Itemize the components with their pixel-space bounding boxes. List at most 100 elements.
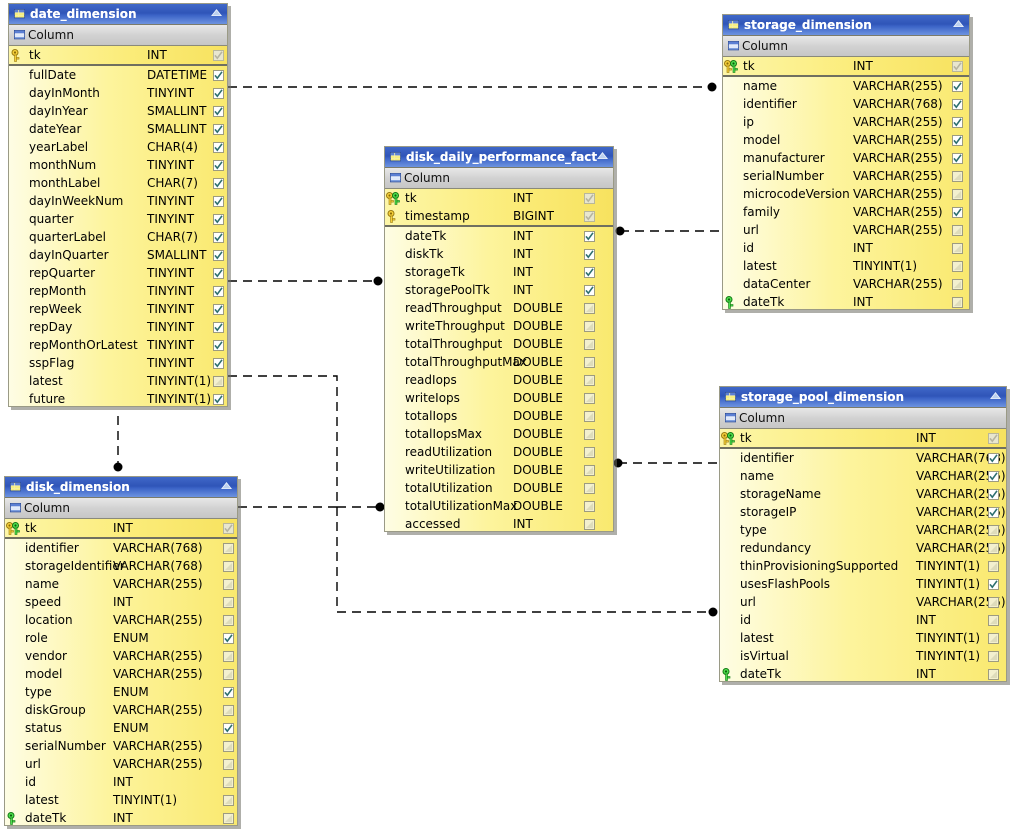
column-row-monthNum[interactable]: monthNum TINYINT xyxy=(9,156,227,174)
column-row-status[interactable]: status ENUM xyxy=(5,719,237,737)
checkbox-checked-icon[interactable] xyxy=(213,249,224,261)
column-row-sspFlag[interactable]: sspFlag TINYINT xyxy=(9,354,227,372)
collapse-triangle-icon[interactable] xyxy=(220,481,233,492)
checkbox-unchecked-icon[interactable] xyxy=(223,614,234,626)
column-row-id[interactable]: id INT xyxy=(720,611,1006,629)
checkbox-unchecked-icon[interactable] xyxy=(988,524,999,536)
column-row-microcodeVersion[interactable]: microcodeVersion VARCHAR(255) xyxy=(723,185,969,203)
column-row-monthLabel[interactable]: monthLabel CHAR(7) xyxy=(9,174,227,192)
checkbox-checked-icon[interactable] xyxy=(213,357,224,369)
checkbox-unchecked-icon[interactable] xyxy=(952,188,963,200)
checkbox-unchecked-icon[interactable] xyxy=(223,578,234,590)
column-row-tk[interactable]: tk INT xyxy=(723,57,969,75)
checkbox-unchecked-icon[interactable] xyxy=(584,356,595,368)
column-row-serialNumber[interactable]: serialNumber VARCHAR(255) xyxy=(723,167,969,185)
column-row-totalIopsMax[interactable]: totalIopsMax DOUBLE xyxy=(385,425,613,443)
column-row-latest[interactable]: latest TINYINT(1) xyxy=(5,791,237,809)
checkbox-checked-icon[interactable] xyxy=(213,159,224,171)
column-section-header[interactable]: Column xyxy=(9,25,227,46)
checkbox-checked-icon[interactable] xyxy=(213,49,224,61)
checkbox-unchecked-icon[interactable] xyxy=(952,242,963,254)
column-row-latest[interactable]: latest TINYINT(1) xyxy=(723,257,969,275)
checkbox-unchecked-icon[interactable] xyxy=(584,338,595,350)
entity-table-disk_dimension[interactable]: disk_dimension Column tk INT identifier VARCH… xyxy=(4,476,238,826)
column-row-identifier[interactable]: identifier VARCHAR(768) xyxy=(5,539,237,557)
collapse-triangle-icon[interactable] xyxy=(952,19,965,30)
column-row-readThroughput[interactable]: readThroughput DOUBLE xyxy=(385,299,613,317)
column-row-writeUtilization[interactable]: writeUtilization DOUBLE xyxy=(385,461,613,479)
column-row-latest[interactable]: latest TINYINT(1) xyxy=(9,372,227,390)
checkbox-unchecked-icon[interactable] xyxy=(223,794,234,806)
column-row-dateTk[interactable]: dateTk INT xyxy=(5,809,237,825)
collapse-triangle-icon[interactable] xyxy=(596,151,609,162)
checkbox-checked-icon[interactable] xyxy=(223,522,234,534)
checkbox-checked-icon[interactable] xyxy=(213,213,224,225)
entity-title-bar[interactable]: storage_dimension xyxy=(723,15,969,36)
checkbox-unchecked-icon[interactable] xyxy=(584,446,595,458)
column-row-repDay[interactable]: repDay TINYINT xyxy=(9,318,227,336)
column-row-totalIops[interactable]: totalIops DOUBLE xyxy=(385,407,613,425)
column-row-repMonthOrLatest[interactable]: repMonthOrLatest TINYINT xyxy=(9,336,227,354)
checkbox-checked-icon[interactable] xyxy=(223,632,234,644)
collapse-triangle-icon[interactable] xyxy=(210,8,223,19)
column-row-tk[interactable]: tk INT xyxy=(5,519,237,537)
column-row-identifier[interactable]: identifier VARCHAR(768) xyxy=(720,449,1006,467)
checkbox-unchecked-icon[interactable] xyxy=(988,632,999,644)
column-row-name[interactable]: name VARCHAR(255) xyxy=(5,575,237,593)
column-row-dataCenter[interactable]: dataCenter VARCHAR(255) xyxy=(723,275,969,293)
entity-table-disk_daily_performance_fact[interactable]: disk_daily_performance_fact Column tk INT ti… xyxy=(384,146,614,532)
checkbox-unchecked-icon[interactable] xyxy=(584,320,595,332)
checkbox-unchecked-icon[interactable] xyxy=(223,560,234,572)
column-section-header[interactable]: Column xyxy=(385,168,613,189)
column-row-fullDate[interactable]: fullDate DATETIME xyxy=(9,66,227,84)
checkbox-checked-icon[interactable] xyxy=(213,267,224,279)
checkbox-checked-icon[interactable] xyxy=(223,686,234,698)
checkbox-checked-icon[interactable] xyxy=(584,284,595,296)
checkbox-unchecked-icon[interactable] xyxy=(988,560,999,572)
checkbox-unchecked-icon[interactable] xyxy=(952,224,963,236)
column-row-speed[interactable]: speed INT xyxy=(5,593,237,611)
checkbox-unchecked-icon[interactable] xyxy=(988,596,999,608)
checkbox-checked-icon[interactable] xyxy=(213,69,224,81)
column-row-writeIops[interactable]: writeIops DOUBLE xyxy=(385,389,613,407)
column-row-url[interactable]: url VARCHAR(255) xyxy=(5,755,237,773)
column-row-totalUtilizationMax[interactable]: totalUtilizationMax DOUBLE xyxy=(385,497,613,515)
column-row-url[interactable]: url VARCHAR(255) xyxy=(723,221,969,239)
column-row-ip[interactable]: ip VARCHAR(255) xyxy=(723,113,969,131)
checkbox-checked-icon[interactable] xyxy=(952,206,963,218)
checkbox-unchecked-icon[interactable] xyxy=(223,704,234,716)
checkbox-checked-icon[interactable] xyxy=(952,60,963,72)
checkbox-checked-icon[interactable] xyxy=(213,87,224,99)
column-row-quarterLabel[interactable]: quarterLabel CHAR(7) xyxy=(9,228,227,246)
checkbox-checked-icon[interactable] xyxy=(988,470,999,482)
column-row-dayInWeekNum[interactable]: dayInWeekNum TINYINT xyxy=(9,192,227,210)
checkbox-checked-icon[interactable] xyxy=(952,98,963,110)
entity-title-bar[interactable]: disk_dimension xyxy=(5,477,237,498)
checkbox-checked-icon[interactable] xyxy=(584,230,595,242)
column-row-dateTk[interactable]: dateTk INT xyxy=(723,293,969,309)
column-row-url[interactable]: url VARCHAR(255) xyxy=(720,593,1006,611)
column-row-readIops[interactable]: readIops DOUBLE xyxy=(385,371,613,389)
entity-title-bar[interactable]: storage_pool_dimension xyxy=(720,387,1006,408)
checkbox-unchecked-icon[interactable] xyxy=(988,650,999,662)
checkbox-checked-icon[interactable] xyxy=(213,231,224,243)
checkbox-checked-icon[interactable] xyxy=(213,393,224,405)
checkbox-unchecked-icon[interactable] xyxy=(584,374,595,386)
entity-table-storage_pool_dimension[interactable]: storage_pool_dimension Column tk INT identif… xyxy=(719,386,1007,682)
checkbox-unchecked-icon[interactable] xyxy=(223,668,234,680)
column-row-storageIP[interactable]: storageIP VARCHAR(255) xyxy=(720,503,1006,521)
column-row-redundancy[interactable]: redundancy VARCHAR(255) xyxy=(720,539,1006,557)
column-row-dayInQuarter[interactable]: dayInQuarter SMALLINT xyxy=(9,246,227,264)
column-row-type[interactable]: type VARCHAR(255) xyxy=(720,521,1006,539)
column-row-dayInMonth[interactable]: dayInMonth TINYINT xyxy=(9,84,227,102)
column-row-identifier[interactable]: identifier VARCHAR(768) xyxy=(723,95,969,113)
checkbox-checked-icon[interactable] xyxy=(988,432,999,444)
checkbox-unchecked-icon[interactable] xyxy=(584,500,595,512)
column-row-quarter[interactable]: quarter TINYINT xyxy=(9,210,227,228)
column-row-dayInYear[interactable]: dayInYear SMALLINT xyxy=(9,102,227,120)
column-row-storageName[interactable]: storageName VARCHAR(255) xyxy=(720,485,1006,503)
column-row-storageIdentifier[interactable]: storageIdentifier VARCHAR(768) xyxy=(5,557,237,575)
column-row-dateYear[interactable]: dateYear SMALLINT xyxy=(9,120,227,138)
column-row-tk[interactable]: tk INT xyxy=(385,189,613,207)
checkbox-checked-icon[interactable] xyxy=(952,134,963,146)
